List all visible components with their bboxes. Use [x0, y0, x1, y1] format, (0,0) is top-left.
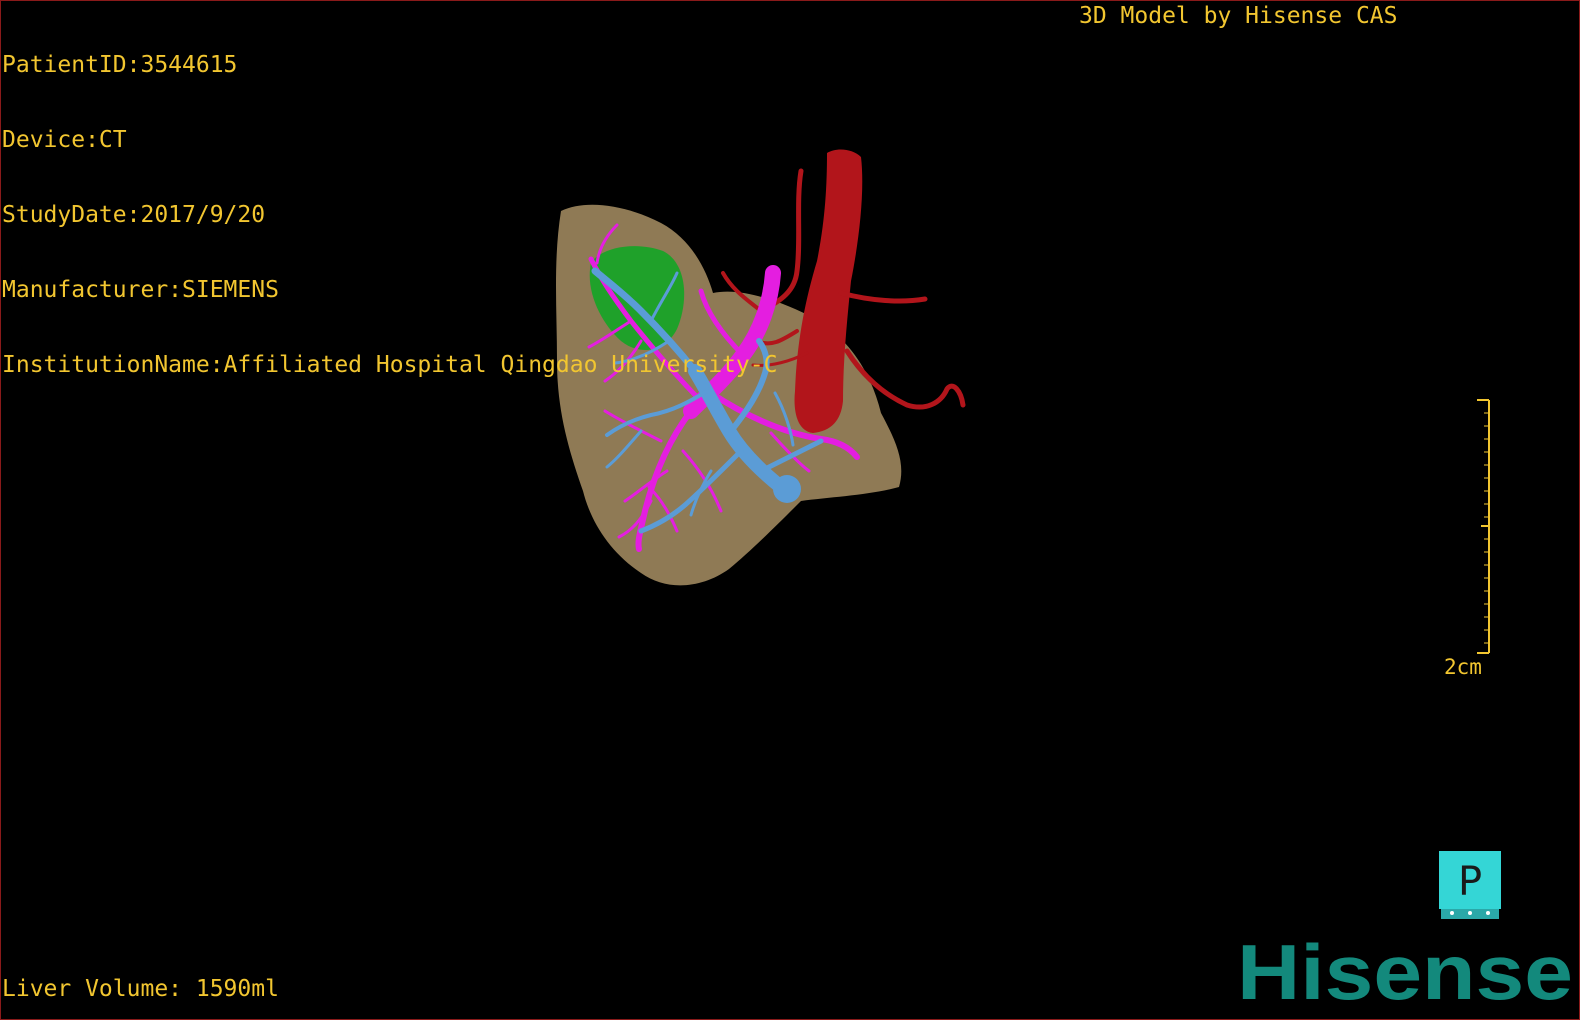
orientation-cube[interactable]: P [1439, 851, 1501, 921]
3d-viewport[interactable]: PatientID:3544615 Device:CT StudyDate:20… [0, 0, 1580, 1020]
liver-volume: Liver Volume: 1590ml [2, 976, 279, 1002]
scale-label: 2cm [1444, 655, 1482, 679]
orientation-label: P [1458, 859, 1482, 905]
institution-name: InstitutionName:Affiliated Hospital Qing… [2, 352, 778, 378]
patient-id: PatientID:3544615 [2, 52, 238, 78]
scale-bar [1477, 399, 1490, 654]
study-date: StudyDate:2017/9/20 [2, 202, 266, 228]
patient-info-panel: PatientID:3544615 Device:CT StudyDate:20… [2, 3, 777, 428]
device-label: Device:CT [2, 127, 127, 153]
hisense-logo: Hisense [1237, 929, 1573, 1011]
model-credit: 3D Model by Hisense CAS [1079, 3, 1398, 29]
manufacturer: Manufacturer:SIEMENS [2, 277, 279, 303]
brand-name: Hisense [1237, 929, 1573, 1011]
